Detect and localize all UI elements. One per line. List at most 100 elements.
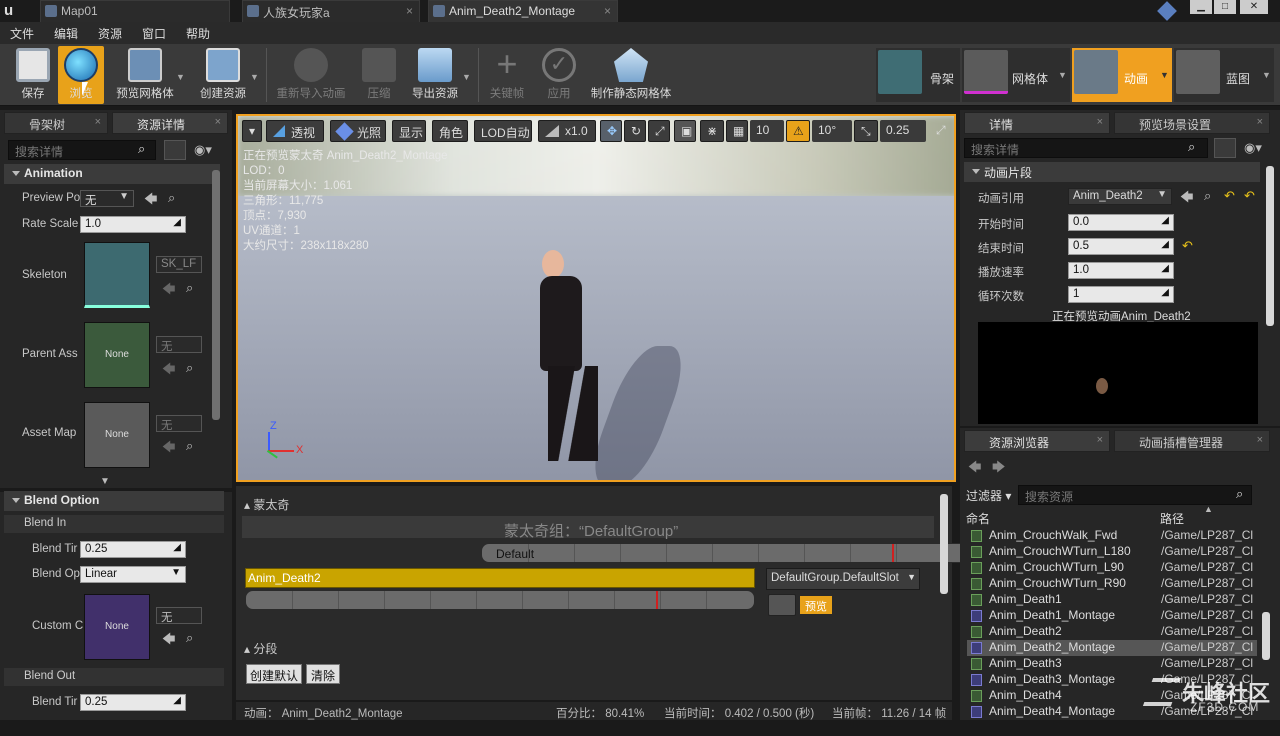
skeleton-dropdown[interactable]: SK_LF <box>156 256 202 273</box>
column-header-path[interactable]: 路径 <box>1160 510 1184 527</box>
tab-content-browser[interactable]: 资源浏览器 × <box>964 430 1110 452</box>
chevron-down-icon[interactable]: ▼ <box>1262 70 1271 80</box>
angle-snap-value[interactable]: 10° <box>812 120 852 142</box>
play-rate-input[interactable]: 1.0 ◢ <box>1068 262 1174 279</box>
slot-preview-button[interactable]: 预览 <box>800 596 832 614</box>
chevron-down-icon[interactable]: ▼ <box>176 72 185 82</box>
tab-map01[interactable]: Map01 <box>40 0 230 22</box>
export-asset-button[interactable]: 导出资源 <box>402 46 468 104</box>
maximize-button[interactable]: □ <box>1214 0 1236 14</box>
tab-preview-scene-settings[interactable]: 预览场景设置 × <box>1114 112 1270 134</box>
mode-skeleton-button[interactable]: 骨架 <box>876 48 960 102</box>
mode-animation-button[interactable]: 动画 ▼ <box>1072 48 1172 102</box>
browse-button[interactable]: 浏览 <box>58 46 104 104</box>
chevron-down-icon[interactable]: ▼ <box>462 72 471 82</box>
loop-count-input[interactable]: 1 ◢ <box>1068 286 1174 303</box>
view-options-icon[interactable] <box>164 140 186 160</box>
sort-icon[interactable]: ▲ <box>1204 504 1213 514</box>
make-static-mesh-button[interactable]: 制作静态网格体 <box>591 46 671 104</box>
close-window-button[interactable]: ✕ <box>1240 0 1268 14</box>
preview-pose-dropdown[interactable]: 无 ▼ <box>80 190 134 207</box>
browse-icon[interactable]: ⌕ <box>186 280 193 296</box>
eye-icon[interactable]: ◉▾ <box>1244 140 1262 156</box>
search-icon[interactable]: ⌕ <box>138 141 145 157</box>
browse-icon[interactable]: ⌕ <box>186 630 193 646</box>
scrollbar[interactable] <box>1266 166 1274 326</box>
lit-button[interactable]: 光照 <box>330 120 386 142</box>
playhead[interactable] <box>892 544 894 562</box>
column-header-name[interactable]: 命名 <box>966 510 990 527</box>
create-asset-button[interactable]: 创建资源 <box>190 46 256 104</box>
montage-header[interactable]: ▴ 蒙太奇 <box>244 496 289 513</box>
tab-character[interactable]: 人族女玩家a × <box>242 0 420 22</box>
menu-window[interactable]: 窗口 <box>142 25 166 42</box>
section-anim-segment[interactable]: 动画片段 <box>964 162 1260 182</box>
reimport-button[interactable]: 重新导入动画 <box>277 46 346 104</box>
lod-button[interactable]: LOD自动 <box>474 120 532 142</box>
start-time-input[interactable]: 0.0 ◢ <box>1068 214 1174 231</box>
asset-search-input[interactable]: 搜索资源 <box>1018 485 1252 505</box>
close-icon[interactable]: × <box>1257 116 1263 128</box>
chevron-down-icon[interactable]: ▼ <box>1160 70 1169 80</box>
scale-snap-value[interactable]: 0.25 <box>880 120 926 142</box>
preview-mesh-button[interactable]: 预览网格体 <box>112 46 178 104</box>
asset-map-dropdown[interactable]: 无 <box>156 415 202 432</box>
tab-montage[interactable]: Anim_Death2_Montage × <box>428 0 618 22</box>
search-icon[interactable]: ⌕ <box>1236 486 1243 502</box>
end-time-input[interactable]: 0.5 ◢ <box>1068 238 1174 255</box>
browse-icon[interactable]: ⌕ <box>186 360 193 376</box>
chevron-down-icon[interactable]: ▼ <box>1058 70 1067 80</box>
arrow-left-icon[interactable]: 🡄 <box>162 630 175 652</box>
show-button[interactable]: 显示 <box>392 120 426 142</box>
playhead[interactable] <box>656 591 658 609</box>
scrollbar[interactable] <box>212 170 220 420</box>
browse-icon[interactable]: ⌕ <box>168 190 175 206</box>
search-icon[interactable]: ⌕ <box>1188 139 1195 155</box>
filter-dropdown[interactable]: 过滤器 ▾ <box>966 487 1011 504</box>
menu-asset[interactable]: 资源 <box>98 25 122 42</box>
asset-map-thumbnail[interactable]: None <box>84 402 150 468</box>
close-icon[interactable]: × <box>1257 434 1263 446</box>
rotate-tool-button[interactable]: ↻ <box>624 120 646 142</box>
parent-asset-dropdown[interactable]: 无 <box>156 336 202 353</box>
local-space-button[interactable]: ▣ <box>674 120 696 142</box>
rate-scale-input[interactable]: 1.0 ◢ <box>80 216 186 233</box>
character-button[interactable]: 角色 <box>432 120 468 142</box>
notification-icon[interactable] <box>1157 1 1177 21</box>
tab-asset-details[interactable]: 资源详情 × <box>112 112 228 134</box>
angle-snap-button[interactable]: ⚠ <box>786 120 810 142</box>
anim-reference-dropdown[interactable]: Anim_Death2 ▼ <box>1068 188 1172 205</box>
scrollbar[interactable] <box>940 494 948 594</box>
tab-skeleton-tree[interactable]: 骨架树 × <box>4 112 108 134</box>
slot-preview-icon[interactable] <box>768 594 796 616</box>
translate-tool-button[interactable]: ✥ <box>600 120 622 142</box>
close-icon[interactable]: × <box>215 116 221 128</box>
mode-mesh-button[interactable]: 网格体 ▼ <box>962 48 1070 102</box>
blend-option-dropdown[interactable]: Linear ▼ <box>80 566 186 583</box>
tab-anim-slot-manager[interactable]: 动画插槽管理器 × <box>1114 430 1270 452</box>
custom-curve-dropdown[interactable]: 无 <box>156 607 202 624</box>
custom-curve-thumbnail[interactable]: None <box>84 594 150 660</box>
surface-snap-button[interactable]: ⋇ <box>700 120 724 142</box>
blend-in-header[interactable]: Blend In <box>4 515 224 533</box>
scrollbar[interactable] <box>1262 612 1270 660</box>
arrow-left-icon[interactable]: 🡄 <box>144 190 157 212</box>
browse-icon[interactable]: ⌕ <box>186 438 193 454</box>
close-icon[interactable]: × <box>95 116 101 128</box>
viewport[interactable]: Z X <box>236 114 956 482</box>
minimize-button[interactable]: ▁ <box>1190 0 1212 14</box>
unreal-logo-icon[interactable]: u <box>4 2 24 20</box>
slot-dropdown[interactable]: DefaultGroup.DefaultSlot ▼ <box>766 568 920 590</box>
playback-speed-button[interactable]: x1.0 <box>538 120 596 142</box>
blend-out-time-input[interactable]: 0.25 ◢ <box>80 694 186 711</box>
blend-time-input[interactable]: 0.25 ◢ <box>80 541 186 558</box>
menu-file[interactable]: 文件 <box>10 25 34 42</box>
arrow-left-icon[interactable]: 🡄 <box>1180 188 1193 210</box>
create-default-button[interactable]: 创建默认 <box>246 664 302 684</box>
asset-row[interactable]: Anim_Death5/Game/LP287_Cl <box>967 720 1257 736</box>
details-search-input[interactable]: 搜索详情 <box>964 138 1208 158</box>
close-icon[interactable]: × <box>604 4 611 18</box>
sections-header[interactable]: ▴ 分段 <box>244 640 277 657</box>
close-icon[interactable]: × <box>1097 434 1103 446</box>
perspective-button[interactable]: 透视 <box>266 120 324 142</box>
